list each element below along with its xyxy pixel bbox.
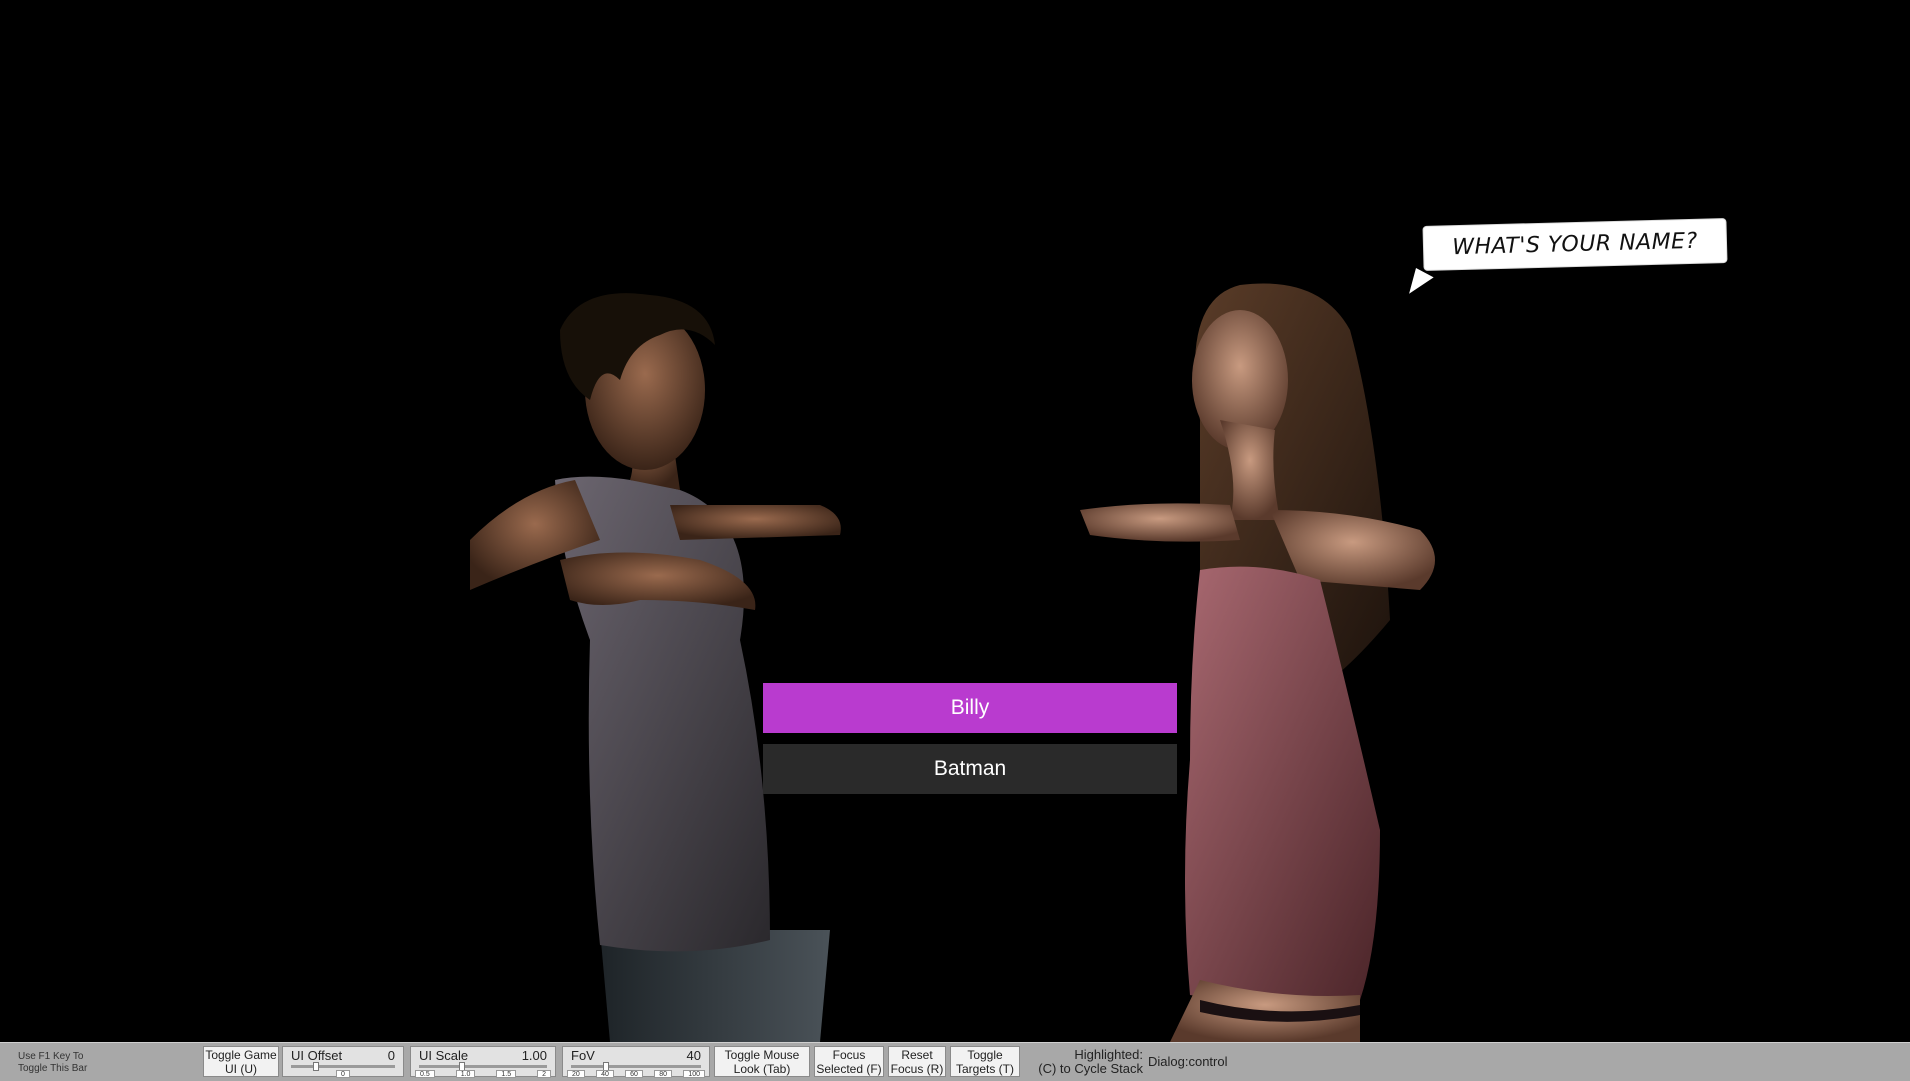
ui-scale-value: 1.00 [521, 1048, 547, 1063]
ui-offset-ticks: 0 [287, 1070, 399, 1078]
toggle-targets-line2: Targets (T) [955, 1062, 1014, 1076]
toggle-game-ui-line1: Toggle Game [205, 1048, 277, 1062]
tick[interactable]: 0 [336, 1070, 350, 1078]
highlighted-label: Highlighted: (C) to Cycle Stack [1028, 1048, 1143, 1076]
fov-slider[interactable]: FoV 40 20 40 60 80 100 [562, 1046, 710, 1078]
focus-selected-button[interactable]: Focus Selected (F) [814, 1046, 884, 1077]
ui-scale-ticks: 0.5 1.0 1.5 2 [415, 1070, 551, 1078]
debug-toolbar: Use F1 Key To Toggle This Bar Toggle Gam… [0, 1042, 1910, 1081]
game-scene [0, 0, 1910, 1042]
toggle-targets-button[interactable]: Toggle Targets (T) [950, 1046, 1020, 1077]
fov-track[interactable] [571, 1065, 701, 1068]
focus-selected-line1: Focus [832, 1048, 866, 1062]
reset-focus-line1: Reset [901, 1048, 933, 1062]
hint-line-2: Toggle This Bar [18, 1063, 88, 1074]
tick[interactable]: 80 [654, 1070, 673, 1078]
dialog-choice-batman[interactable]: Batman [763, 744, 1177, 794]
toggle-targets-line1: Toggle [967, 1048, 1003, 1062]
reset-focus-line2: Focus (R) [890, 1062, 944, 1076]
toggle-game-ui-button[interactable]: Toggle Game UI (U) [203, 1046, 279, 1077]
tick[interactable]: 1.5 [496, 1070, 517, 1078]
fov-ticks: 20 40 60 80 100 [567, 1070, 705, 1078]
ui-scale-track[interactable] [419, 1065, 547, 1068]
toggle-mouse-look-line2: Look (Tab) [733, 1062, 791, 1076]
speech-text: WHAT'S YOUR NAME? [1451, 228, 1699, 261]
highlighted-label-line1: Highlighted: [1074, 1047, 1143, 1062]
ui-offset-label: UI Offset [291, 1048, 343, 1063]
dialog-choice-billy[interactable]: Billy [763, 683, 1177, 733]
fov-label: FoV [571, 1048, 595, 1063]
focus-selected-line2: Selected (F) [816, 1062, 882, 1076]
tick[interactable]: 0.5 [415, 1070, 435, 1078]
toggle-game-ui-line2: UI (U) [225, 1062, 257, 1076]
reset-focus-button[interactable]: Reset Focus (R) [888, 1046, 946, 1077]
tick[interactable]: 40 [596, 1070, 614, 1078]
hint-line-1: Use F1 Key To [18, 1051, 84, 1062]
ui-offset-slider[interactable]: UI Offset 0 0 [282, 1046, 404, 1078]
toolbar-hint: Use F1 Key To Toggle This Bar [18, 1051, 87, 1075]
highlighted-label-line2: (C) to Cycle Stack [1038, 1061, 1143, 1076]
ui-scale-slider[interactable]: UI Scale 1.00 0.5 1.0 1.5 2 [410, 1046, 556, 1078]
ui-offset-value: 0 [387, 1048, 395, 1063]
ui-scale-label: UI Scale [419, 1048, 469, 1063]
tick[interactable]: 1.0 [455, 1070, 476, 1078]
tick[interactable]: 100 [683, 1070, 705, 1078]
toggle-mouse-look-button[interactable]: Toggle Mouse Look (Tab) [714, 1046, 810, 1077]
tick[interactable]: 60 [625, 1070, 643, 1078]
scene-render [470, 283, 1435, 1042]
ui-offset-track[interactable] [291, 1065, 395, 1068]
highlighted-value: Dialog:control [1148, 1054, 1228, 1069]
fov-value: 40 [686, 1048, 701, 1063]
female-character [1080, 283, 1435, 1042]
male-character [470, 293, 841, 1042]
speech-bubble: WHAT'S YOUR NAME? [1423, 219, 1727, 270]
tick[interactable]: 20 [567, 1070, 585, 1078]
toggle-mouse-look-line1: Toggle Mouse [724, 1048, 800, 1062]
tick[interactable]: 2 [537, 1070, 551, 1078]
